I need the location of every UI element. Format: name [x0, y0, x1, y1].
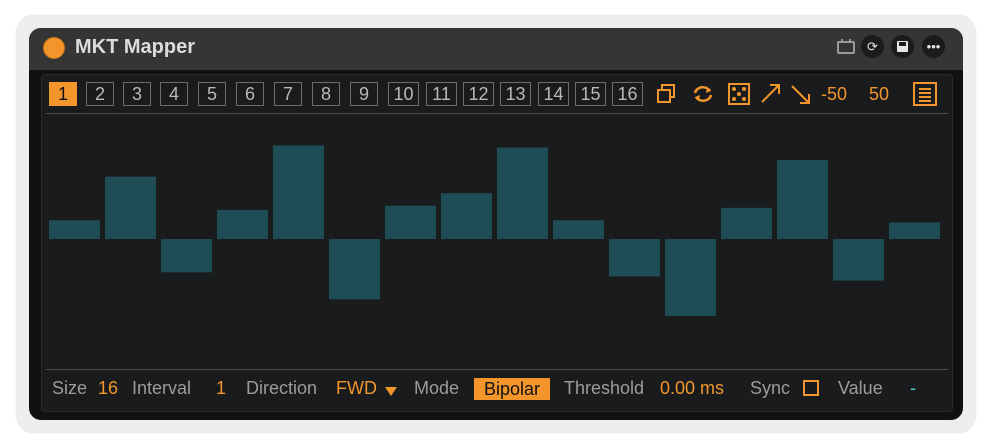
threshold-value[interactable]: 0.00 ms	[660, 378, 724, 399]
step-bar-4[interactable]	[217, 209, 268, 239]
step-button-11[interactable]: 11	[426, 82, 457, 106]
refresh-icon[interactable]: ⟳	[861, 35, 884, 58]
step-bar-16[interactable]	[889, 222, 940, 239]
sync-checkbox[interactable]	[803, 380, 819, 396]
swap-icon[interactable]	[690, 82, 716, 106]
step-bar-1[interactable]	[49, 220, 100, 239]
step-button-3[interactable]: 3	[123, 82, 151, 106]
step-button-13[interactable]: 13	[500, 82, 531, 106]
direction-dropdown-icon[interactable]	[384, 381, 398, 402]
step-bar-11[interactable]	[609, 239, 660, 277]
step-bar-7[interactable]	[385, 205, 436, 239]
range-min[interactable]: -50	[821, 84, 847, 105]
top-divider	[46, 113, 948, 114]
ramp-up-icon[interactable]	[758, 82, 784, 106]
device-title: MKT Mapper	[75, 36, 195, 58]
step-bar-2[interactable]	[105, 176, 156, 239]
mkt-mapper-device: MKT Mapper ⟳ ••• 1 2 3 4 5 6 7 8 9 10 11 12 13 14 15 16	[29, 28, 963, 420]
dice-icon[interactable]	[726, 82, 752, 106]
step-button-14[interactable]: 14	[538, 82, 569, 106]
more-icon[interactable]: •••	[922, 35, 945, 58]
step-button-7[interactable]: 7	[274, 82, 302, 106]
step-button-10[interactable]: 10	[388, 82, 419, 106]
sync-label: Sync	[750, 378, 791, 398]
device-frame: MKT Mapper ⟳ ••• 1 2 3 4 5 6 7 8 9 10 11 12 13 14 15 16	[17, 16, 975, 432]
list-icon[interactable]	[912, 82, 938, 106]
power-toggle[interactable]	[43, 37, 65, 59]
step-bar-6[interactable]	[329, 239, 380, 300]
step-button-16[interactable]: 16	[612, 82, 643, 106]
direction-value[interactable]: FWD	[336, 378, 377, 399]
step-bar-graph[interactable]	[48, 119, 944, 365]
step-button-15[interactable]: 15	[575, 82, 606, 106]
step-bar-15[interactable]	[833, 239, 884, 281]
mode-label: Mode	[414, 378, 460, 398]
step-button-2[interactable]: 2	[86, 82, 114, 106]
step-button-5[interactable]: 5	[198, 82, 226, 106]
step-bar-12[interactable]	[665, 239, 716, 316]
step-button-12[interactable]: 12	[463, 82, 494, 106]
step-button-8[interactable]: 8	[312, 82, 340, 106]
threshold-label: Threshold	[564, 378, 645, 398]
title-bar: MKT Mapper ⟳ •••	[29, 28, 963, 70]
interval-label: Interval	[132, 378, 192, 398]
step-button-1[interactable]: 1	[49, 82, 77, 106]
step-bar-14[interactable]	[777, 160, 828, 239]
copy-icon[interactable]	[654, 82, 680, 106]
step-bar-9[interactable]	[497, 147, 548, 240]
monitor-icon[interactable]	[834, 35, 857, 58]
parameter-bar: Size 16 Interval 1 Direction FWD Mode Bi…	[42, 373, 952, 405]
step-button-9[interactable]: 9	[350, 82, 378, 106]
step-bar-8[interactable]	[441, 193, 492, 239]
interval-value[interactable]: 1	[216, 378, 226, 399]
save-icon[interactable]	[891, 35, 914, 58]
range-max[interactable]: 50	[869, 84, 889, 105]
step-bar-10[interactable]	[553, 220, 604, 239]
value-readout: -	[910, 378, 916, 398]
value-label: Value	[838, 378, 883, 398]
step-button-4[interactable]: 4	[160, 82, 188, 106]
ramp-down-icon[interactable]	[788, 82, 814, 106]
step-bar-3[interactable]	[161, 239, 212, 273]
size-value[interactable]: 16	[98, 378, 118, 399]
step-button-6[interactable]: 6	[236, 82, 264, 106]
bottom-divider	[46, 369, 948, 370]
step-bar-13[interactable]	[721, 207, 772, 239]
mode-button[interactable]: Bipolar	[474, 378, 550, 400]
direction-label: Direction	[246, 378, 318, 398]
step-bar-5[interactable]	[273, 145, 324, 239]
size-label: Size	[52, 378, 88, 398]
mapper-panel: 1 2 3 4 5 6 7 8 9 10 11 12 13 14 15 16 -50 50	[41, 74, 953, 412]
